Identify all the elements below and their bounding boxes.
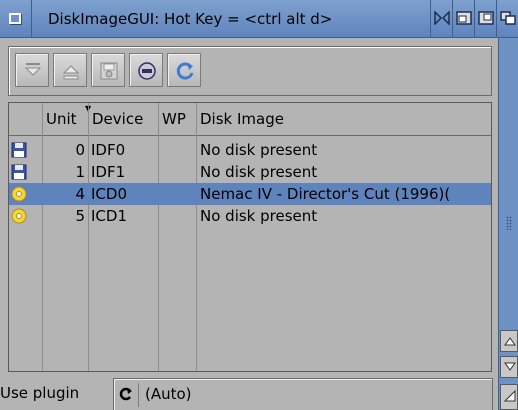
disk-image-cell: No disk present [200, 207, 318, 225]
resize-grip-icon [504, 390, 516, 402]
device-cell: IDF1 [91, 163, 126, 181]
resize-icon [478, 11, 494, 25]
vertical-scrollbar[interactable] [498, 38, 518, 410]
device-cell: IDF0 [91, 141, 126, 159]
column-header-unit[interactable]: ▼ Unit [43, 103, 91, 135]
close-icon [9, 13, 21, 24]
plugin-cycle-value: (Auto) [145, 385, 192, 403]
cd-icon [11, 186, 27, 202]
eject-icon [62, 65, 80, 80]
cd-icon [11, 208, 27, 224]
disk-image-cell: Nemac IV - Director's Cut (1996)( [200, 185, 451, 203]
arrow-up-icon [504, 337, 516, 346]
refresh-icon [176, 62, 194, 80]
scroll-down-button[interactable] [500, 356, 518, 378]
scroll-up-button[interactable] [500, 330, 518, 352]
depth-icon [500, 11, 516, 25]
arrow-down-icon [24, 63, 42, 76]
device-row[interactable]: 5 ICD1 No disk present [9, 205, 491, 227]
column-header-wp[interactable]: WP [159, 103, 197, 135]
column-header-disk-image[interactable]: Disk Image [197, 103, 491, 135]
device-row[interactable]: 1 IDF1 No disk present [9, 161, 491, 183]
arrow-down-icon [504, 362, 516, 371]
floppy-icon [11, 142, 27, 158]
iconify-icon [434, 11, 450, 25]
title-bar[interactable]: DiskImageGUI: Hot Key = <ctrl alt d> [0, 0, 518, 38]
device-cell: ICD0 [91, 185, 127, 203]
disk-drive-icon [100, 62, 118, 80]
disk-image-cell: No disk present [200, 141, 318, 159]
disk-image-cell: No disk present [200, 163, 318, 181]
unit-cell: 4 [75, 185, 85, 203]
device-list[interactable]: ▼ Unit Device WP Disk Image 0 IDF0 No disk… [8, 102, 492, 372]
plugin-cycle-gadget[interactable]: (Auto) [113, 378, 493, 410]
unit-cell: 1 [75, 163, 85, 181]
size-gadget[interactable] [500, 384, 518, 410]
eject-button[interactable] [53, 53, 87, 87]
cycle-icon [119, 387, 132, 401]
device-row[interactable]: 4 ICD0 Nemac IV - Director's Cut (1996)( [9, 183, 491, 205]
window-title: DiskImageGUI: Hot Key = <ctrl alt d> [48, 10, 333, 28]
zoom-button[interactable] [452, 0, 474, 38]
wp-cell [161, 161, 195, 183]
write-protect-button[interactable] [91, 53, 125, 87]
plugin-icon [138, 62, 156, 80]
scroll-grip[interactable] [506, 216, 512, 230]
depth-button[interactable] [496, 0, 518, 38]
plugins-button[interactable] [129, 53, 163, 87]
column-header-device[interactable]: Device [89, 103, 159, 135]
unit-cell: 0 [75, 141, 85, 159]
column-header-icon[interactable] [9, 103, 43, 135]
resize-button[interactable] [474, 0, 496, 38]
toolbar [8, 46, 492, 96]
wp-cell [161, 183, 195, 205]
list-header: ▼ Unit Device WP Disk Image [9, 103, 491, 136]
device-row[interactable]: 0 IDF0 No disk present [9, 139, 491, 161]
wp-cell [161, 139, 195, 161]
device-cell: ICD1 [91, 207, 127, 225]
unit-cell: 5 [75, 207, 85, 225]
close-window-button[interactable] [0, 0, 32, 38]
wp-cell [161, 205, 195, 227]
refresh-button[interactable] [167, 53, 201, 87]
zoom-icon [456, 11, 472, 25]
insert-disk-button[interactable] [15, 53, 49, 87]
use-plugin-label: Use plugin [0, 384, 80, 402]
floppy-icon [11, 164, 27, 180]
iconify-button[interactable] [430, 0, 452, 38]
